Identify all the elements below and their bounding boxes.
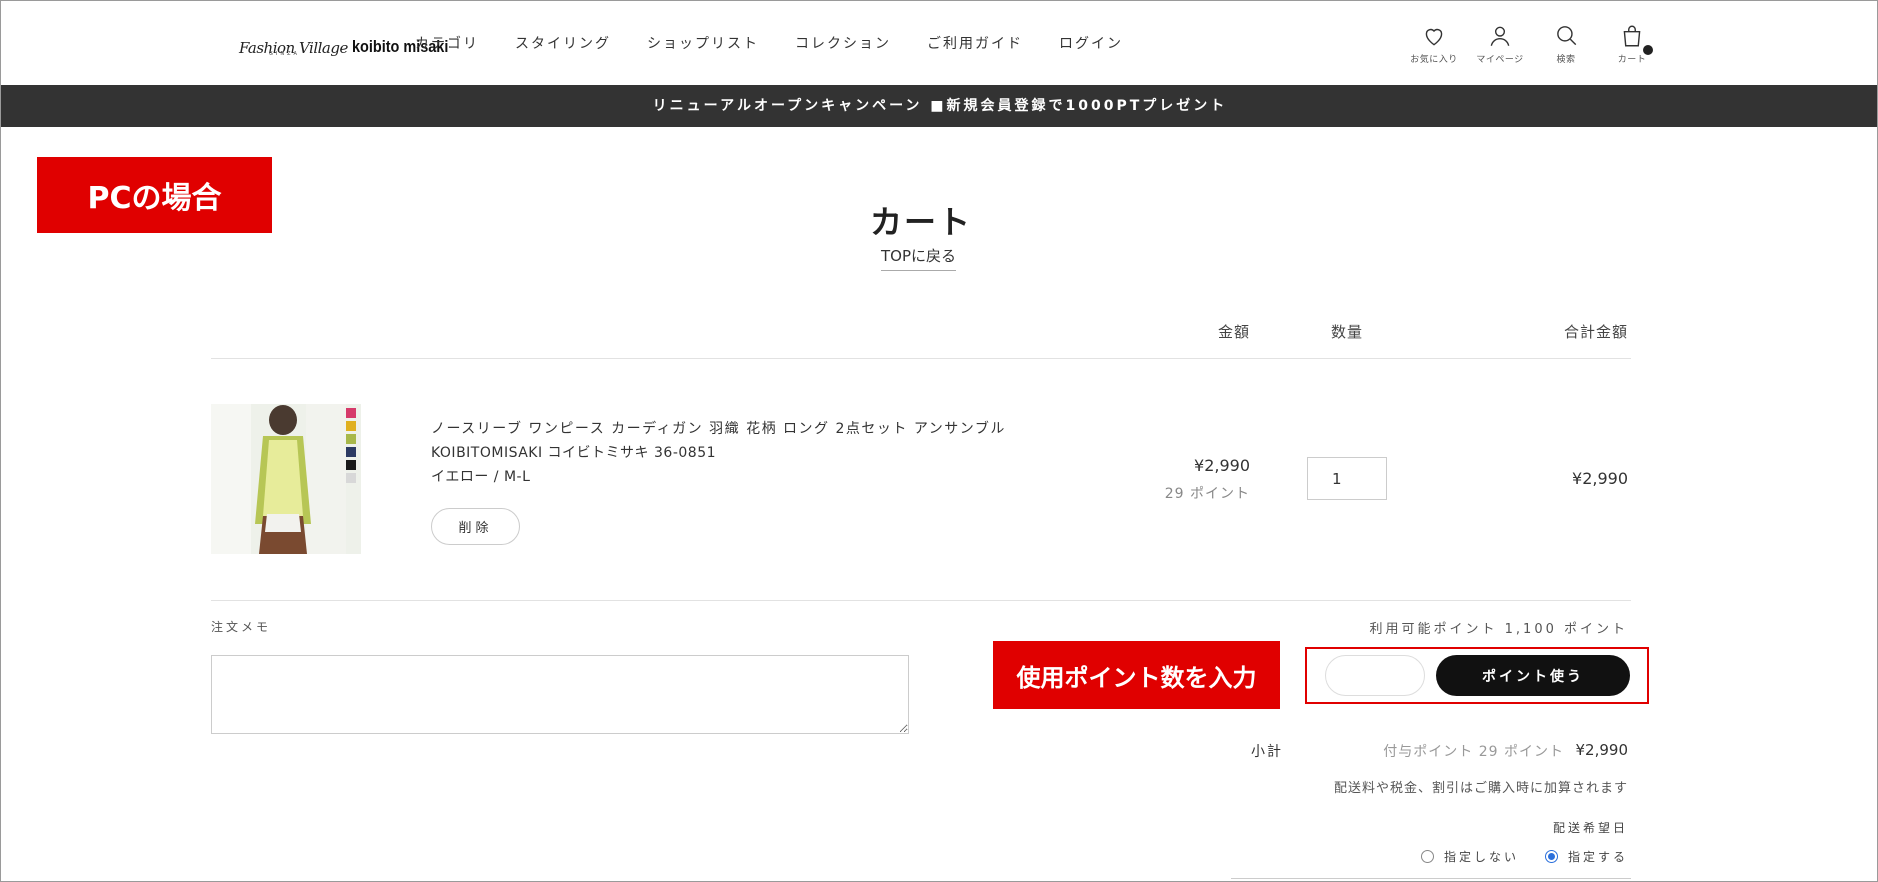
radio-specify[interactable]: [1544, 850, 1558, 863]
color-swatch: [346, 408, 356, 418]
user-icon: [1490, 26, 1510, 46]
header-divider: [211, 358, 1631, 359]
cart-label: カート: [1617, 55, 1647, 65]
subtotal-label: 小計: [1251, 744, 1283, 760]
product-variant: イエロー / M-L: [431, 469, 531, 485]
search-icon: [1557, 26, 1577, 46]
color-swatch: [346, 421, 356, 431]
page-title: カート: [869, 203, 972, 241]
campaign-banner[interactable]: リニューアルオープンキャンペーン ■新規会員登録で1000PTプレゼント: [1, 85, 1877, 127]
delivery-option-none-label: 指定しない: [1443, 850, 1519, 864]
product-thumbnail[interactable]: [211, 404, 361, 554]
delivery-option-none[interactable]: 指定しない: [1420, 848, 1519, 865]
point-annotation-label: 使用ポイント数を入力: [993, 641, 1280, 709]
nav-category[interactable]: カテゴリ: [415, 33, 479, 53]
use-points-button[interactable]: ポイント使う: [1436, 655, 1630, 696]
nav-shop-list[interactable]: ショップリスト: [647, 33, 759, 53]
mypage-label: マイページ: [1476, 55, 1524, 65]
cart-icon: [1623, 25, 1641, 47]
nav-collection[interactable]: コレクション: [795, 33, 891, 53]
product-image: [211, 404, 361, 554]
order-memo-textarea[interactable]: [211, 655, 909, 734]
mypage-button[interactable]: マイページ: [1467, 23, 1533, 65]
granted-points: 付与ポイント 29 ポイント: [1383, 744, 1564, 760]
item-divider: [211, 600, 1631, 601]
delivery-option-specify-label: 指定する: [1567, 850, 1628, 864]
product-brand: KOIBITOMISAKI コイビトミサキ 36-0851: [431, 445, 717, 461]
delivery-date-options: 指定しない 指定する: [1395, 848, 1628, 865]
quantity-column-header: 数量: [1331, 323, 1364, 341]
radio-none[interactable]: [1420, 850, 1434, 863]
color-swatch: [346, 434, 356, 444]
delete-item-button[interactable]: 削除: [431, 508, 520, 545]
total-column-header: 合計金額: [1563, 323, 1628, 341]
item-price: ¥2,990: [1194, 456, 1250, 475]
nav-styling[interactable]: スタイリング: [515, 33, 611, 53]
color-swatch: [346, 473, 356, 483]
logo-sub: GINZA: [269, 51, 300, 57]
order-memo-label: 注文メモ: [211, 620, 272, 634]
favorites-label: お気に入り: [1410, 55, 1458, 65]
item-line-total: ¥2,990: [1572, 469, 1628, 488]
tax-note: 配送料や税金、割引はご購入時に加算されます: [1333, 781, 1628, 796]
color-swatch: [346, 447, 356, 457]
product-name[interactable]: ノースリーブ ワンピース カーディガン 羽織 花柄 ロング 2点セット アンサン…: [431, 417, 1006, 441]
nav-guide[interactable]: ご利用ガイド: [927, 33, 1023, 53]
header-icons: お気に入り マイページ 検索 カート: [1401, 23, 1665, 65]
cart-button[interactable]: カート: [1599, 23, 1665, 65]
available-points: 利用可能ポイント 1,100 ポイント: [1369, 622, 1628, 637]
search-button[interactable]: 検索: [1533, 23, 1599, 65]
item-points: 29 ポイント: [1164, 486, 1250, 502]
product-info: ノースリーブ ワンピース カーディガン 羽織 花柄 ロング 2点セット アンサン…: [431, 417, 1006, 489]
delivery-option-specify[interactable]: 指定する: [1544, 848, 1628, 865]
cart-badge-dot: [1643, 45, 1653, 55]
price-column-header: 金額: [1217, 323, 1250, 341]
delivery-date-label: 配送希望日: [1552, 821, 1628, 835]
bottom-divider: [1231, 878, 1631, 879]
quantity-input[interactable]: [1307, 457, 1387, 500]
nav-login[interactable]: ログイン: [1059, 33, 1123, 53]
subtotal-value: ¥2,990: [1575, 741, 1629, 759]
favorites-button[interactable]: お気に入り: [1401, 23, 1467, 65]
point-input[interactable]: [1325, 655, 1425, 696]
page-frame: Fashion Village koibito misaki GINZA カテゴ…: [0, 0, 1878, 882]
color-swatch: [346, 460, 356, 470]
site-header: Fashion Village koibito misaki GINZA カテゴ…: [1, 1, 1877, 85]
search-label: 検索: [1556, 55, 1576, 65]
back-to-top-link[interactable]: TOPに戻る: [881, 245, 957, 271]
heart-icon: [1425, 28, 1443, 46]
main-nav: カテゴリ スタイリング ショップリスト コレクション ご利用ガイド ログイン: [415, 33, 1159, 53]
